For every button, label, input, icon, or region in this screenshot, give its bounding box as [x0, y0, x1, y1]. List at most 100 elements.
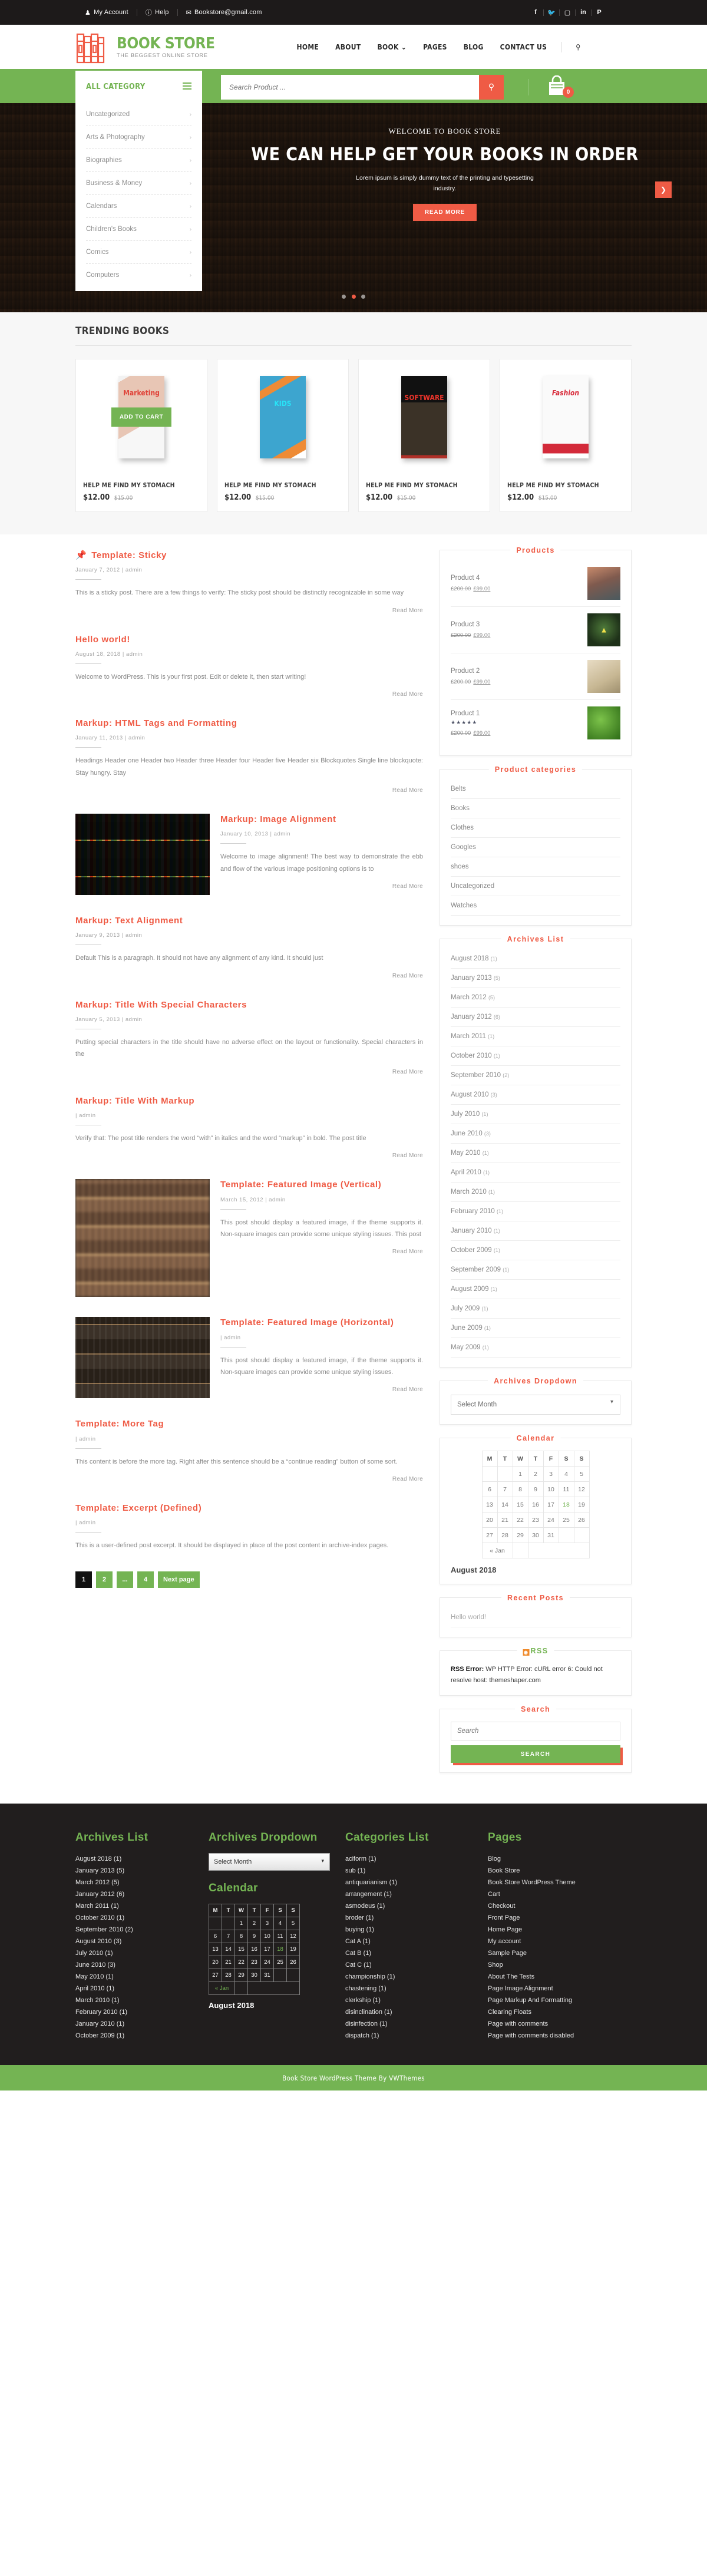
category-link[interactable]: Belts	[451, 780, 620, 799]
post-title[interactable]: Markup: Image Alignment	[220, 814, 423, 825]
footer-archive-link[interactable]: April 2010 (1)	[75, 1983, 193, 1994]
calendar-day[interactable]: 23	[247, 1955, 261, 1969]
category-item[interactable]: Calendars ›	[86, 195, 191, 218]
pinterest-icon[interactable]: P	[592, 9, 607, 16]
footer-page-link[interactable]: Cart	[488, 1888, 632, 1900]
calendar-day[interactable]: 6	[209, 1929, 222, 1943]
footer-archive-link[interactable]: February 2010 (1)	[75, 2006, 193, 2018]
footer-page-link[interactable]: About The Tests	[488, 1971, 632, 1983]
footer-page-link[interactable]: Book Store	[488, 1865, 632, 1877]
category-item[interactable]: Uncategorized ›	[86, 103, 191, 126]
calendar-day[interactable]: 29	[234, 1968, 248, 1982]
post-title[interactable]: Markup: Text Alignment	[75, 915, 423, 927]
calendar-day[interactable]: 8	[234, 1929, 248, 1943]
search-submit-button[interactable]: ⚲	[479, 74, 504, 100]
calendar-day[interactable]: 1	[234, 1916, 248, 1930]
footer-archive-link[interactable]: January 2013 (5)	[75, 1865, 193, 1877]
hero-next-slide-arrow[interactable]: ❯	[655, 181, 672, 198]
footer-category-link[interactable]: championship (1)	[345, 1971, 473, 1983]
calendar-day[interactable]: 3	[543, 1466, 559, 1482]
archive-link[interactable]: September 2009 (1)	[451, 1260, 620, 1280]
post-title[interactable]: Template: Excerpt (Defined)	[75, 1502, 423, 1514]
footer-page-link[interactable]: Sample Page	[488, 1947, 632, 1959]
sidebar-product-item[interactable]: Product 3 £200.00 £99.00	[451, 607, 620, 653]
hero-dot-2[interactable]	[351, 295, 356, 299]
footer-category-link[interactable]: clerkship (1)	[345, 1994, 473, 2006]
product-card[interactable]: Fashion HELP ME FIND MY STOMACH $12.00 $…	[500, 359, 632, 512]
calendar-day[interactable]: 6	[481, 1481, 498, 1497]
footer-archive-link[interactable]: March 2011 (1)	[75, 1900, 193, 1912]
calendar-day[interactable]: 10	[543, 1481, 559, 1497]
category-item[interactable]: Biographies ›	[86, 149, 191, 172]
email-link[interactable]: ✉ Bookstore@gmail.com	[178, 9, 270, 16]
footer-category-link[interactable]: disinfection (1)	[345, 2018, 473, 2030]
footer-archive-link[interactable]: August 2010 (3)	[75, 1936, 193, 1947]
calendar-day[interactable]: 27	[481, 1527, 498, 1543]
archive-link[interactable]: August 2018 (1)	[451, 949, 620, 969]
sidebar-product-item[interactable]: Product 2 £200.00 £99.00	[451, 653, 620, 700]
category-item[interactable]: Children's Books ›	[86, 218, 191, 241]
archive-link[interactable]: August 2010 (3)	[451, 1085, 620, 1105]
calendar-day[interactable]: 26	[573, 1512, 590, 1528]
post-title[interactable]: Template: Featured Image (Horizontal)	[220, 1317, 423, 1329]
read-more-link[interactable]: Read More	[220, 1249, 423, 1255]
read-more-link[interactable]: Read More	[220, 1386, 423, 1393]
category-link[interactable]: Uncategorized	[451, 877, 620, 896]
calendar-day[interactable]: 18	[558, 1497, 574, 1512]
footer-page-link[interactable]: Home Page	[488, 1924, 632, 1936]
calendar-day[interactable]: 3	[260, 1916, 274, 1930]
calendar-day[interactable]: 10	[260, 1929, 274, 1943]
calendar-day[interactable]: 8	[512, 1481, 528, 1497]
nav-home[interactable]: HOME	[289, 43, 328, 51]
archives-select[interactable]: Select Month	[451, 1395, 620, 1415]
footer-category-link[interactable]: buying (1)	[345, 1924, 473, 1936]
calendar-day[interactable]: 2	[527, 1466, 544, 1482]
archive-link[interactable]: August 2009 (1)	[451, 1280, 620, 1299]
calendar-prev-month[interactable]: « Jan	[209, 1981, 235, 1995]
facebook-icon[interactable]: f	[528, 9, 543, 16]
calendar-day[interactable]: 12	[286, 1929, 300, 1943]
calendar-day[interactable]: 31	[543, 1527, 559, 1543]
sidebar-search-input[interactable]	[451, 1722, 620, 1741]
footer-category-link[interactable]: chastening (1)	[345, 1983, 473, 1994]
calendar-day[interactable]: 11	[558, 1481, 574, 1497]
read-more-link[interactable]: Read More	[75, 1476, 423, 1482]
calendar-day[interactable]: 14	[222, 1942, 235, 1956]
calendar-day[interactable]: 25	[558, 1512, 574, 1528]
calendar-day[interactable]: 5	[573, 1466, 590, 1482]
calendar-day[interactable]: 19	[286, 1942, 300, 1956]
footer-page-link[interactable]: Front Page	[488, 1912, 632, 1924]
page-1-button[interactable]: 1	[75, 1571, 92, 1588]
footer-category-link[interactable]: aciform (1)	[345, 1853, 473, 1865]
calendar-day[interactable]: 28	[497, 1527, 513, 1543]
calendar-day[interactable]: 4	[273, 1916, 287, 1930]
archive-link[interactable]: June 2009 (1)	[451, 1319, 620, 1338]
footer-page-link[interactable]: Blog	[488, 1853, 632, 1865]
calendar-day[interactable]: 30	[527, 1527, 544, 1543]
calendar-day[interactable]: 22	[512, 1512, 528, 1528]
category-link[interactable]: shoes	[451, 857, 620, 877]
post-thumbnail[interactable]	[75, 1317, 210, 1399]
calendar-day[interactable]: 30	[247, 1968, 261, 1982]
post-title[interactable]: 📌 Template: Sticky	[75, 550, 423, 562]
sidebar-search-button[interactable]: SEARCH	[451, 1745, 620, 1763]
calendar-day[interactable]: 7	[222, 1929, 235, 1943]
footer-archive-link[interactable]: October 2010 (1)	[75, 1912, 193, 1924]
category-item[interactable]: Computers ›	[86, 264, 191, 286]
calendar-day[interactable]: 21	[222, 1955, 235, 1969]
nav-contact-us[interactable]: CONTACT US	[492, 43, 556, 51]
hero-dot-3[interactable]	[361, 295, 366, 299]
help-link[interactable]: ⓘ Help	[137, 8, 177, 17]
footer-page-link[interactable]: Page Markup And Formatting	[488, 1994, 632, 2006]
read-more-link[interactable]: Read More	[75, 787, 423, 794]
product-card[interactable]: KIDS HELP ME FIND MY STOMACH $12.00 $15.…	[217, 359, 349, 512]
hero-slider-dots[interactable]	[0, 292, 707, 300]
footer-archive-link[interactable]: January 2012 (6)	[75, 1888, 193, 1900]
post-thumbnail[interactable]	[75, 814, 210, 896]
cart-button[interactable]: 0	[547, 75, 574, 99]
footer-page-link[interactable]: Checkout	[488, 1900, 632, 1912]
category-link[interactable]: Googles	[451, 838, 620, 857]
footer-archive-link[interactable]: September 2010 (2)	[75, 1924, 193, 1936]
archive-link[interactable]: October 2009 (1)	[451, 1241, 620, 1260]
product-card[interactable]: Marketing ADD TO CART HELP ME FIND MY ST…	[75, 359, 207, 512]
